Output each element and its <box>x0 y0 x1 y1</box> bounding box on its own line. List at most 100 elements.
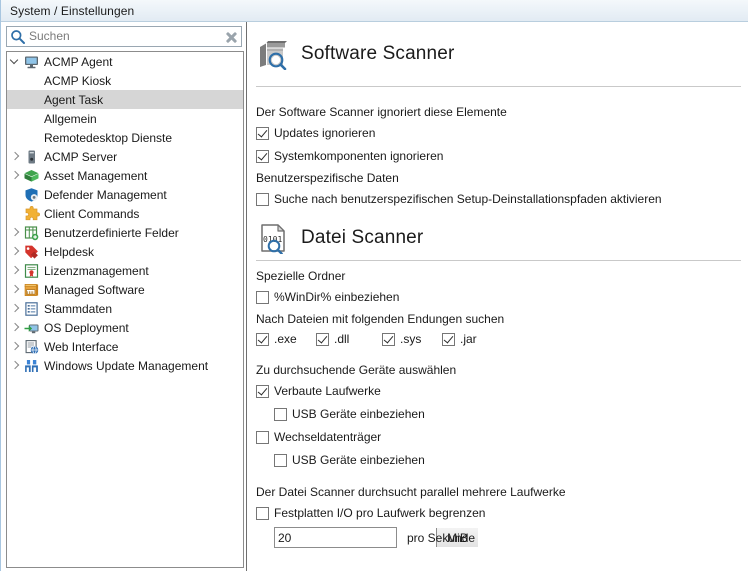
shield-gear-icon <box>23 187 40 203</box>
deploy-icon <box>23 320 40 336</box>
sidebar-item-allgemein[interactable]: Allgemein <box>7 109 243 128</box>
checkbox-ext-exe[interactable] <box>256 333 269 346</box>
sidebar-item-acmp-agent[interactable]: ACMP Agent <box>7 52 243 71</box>
checkbox-ext-dll[interactable] <box>316 333 329 346</box>
chevron-down-icon[interactable] <box>7 52 23 71</box>
sidebar-item-label: Agent Task <box>44 93 243 107</box>
monitor-icon <box>23 54 40 70</box>
checkbox-row-systemkomponenten-ignorieren[interactable]: Systemkomponenten ignorieren <box>256 149 443 163</box>
checkbox-label-ext-sys: .sys <box>400 332 421 346</box>
sidebar-item-label: ACMP Agent <box>44 55 243 69</box>
sidebar-item-label: Lizenzmanagement <box>44 264 243 278</box>
sidebar-item-label: Allgemein <box>44 112 243 126</box>
checkbox-io-limit[interactable] <box>256 507 269 520</box>
io-limit-suffix: pro Sekunde <box>407 531 475 545</box>
checkbox-wechseldatentraeger[interactable] <box>256 431 269 444</box>
sidebar-item-benutzerdefinierte-felder[interactable]: Benutzerdefinierte Felder <box>7 223 243 242</box>
checkbox-row-verbaute-laufwerke[interactable]: Verbaute Laufwerke <box>256 384 381 398</box>
settings-detail-pane: Software Scanner Der Software Scanner ig… <box>246 22 748 571</box>
sidebar-item-client-commands[interactable]: Client Commands <box>7 204 243 223</box>
checkbox-row-updates-ignorieren[interactable]: Updates ignorieren <box>256 126 375 140</box>
settings-window: System / Einstellungen ACMP Agent ACMP Ki… <box>0 0 748 571</box>
checkbox-label-windir: %WinDir% einbeziehen <box>274 290 399 304</box>
sidebar-item-acmp-kiosk[interactable]: ACMP Kiosk <box>7 71 243 90</box>
chevron-right-icon[interactable] <box>7 318 23 337</box>
sidebar-item-web-interface[interactable]: Web Interface <box>7 337 243 356</box>
chevron-right-icon[interactable] <box>7 242 23 261</box>
checkbox-row-ext-dll[interactable]: .dll <box>316 332 349 346</box>
expander-spacer <box>7 185 23 204</box>
sidebar-item-lizenzmanagement[interactable]: Lizenzmanagement <box>7 261 243 280</box>
checkbox-label-usb-wechsel: USB Geräte einbeziehen <box>292 453 425 467</box>
sidebar-item-label: Benutzerdefinierte Felder <box>44 226 243 240</box>
sidebar-item-label: Windows Update Management <box>44 359 243 373</box>
sidebar-item-remotedesktop-dienste[interactable]: Remotedesktop Dienste <box>7 128 243 147</box>
sidebar-item-helpdesk[interactable]: Helpdesk <box>7 242 243 261</box>
chevron-right-icon[interactable] <box>7 356 23 375</box>
sidebar-item-label: Managed Software <box>44 283 243 297</box>
box-icon <box>23 168 40 184</box>
userdata-label: Benutzerspezifische Daten <box>247 171 399 185</box>
extensions-label: Nach Dateien mit folgenden Endungen such… <box>247 312 504 326</box>
devices-label: Zu durchsuchende Geräte auswählen <box>247 363 456 377</box>
sidebar-item-defender-management[interactable]: Defender Management <box>7 185 243 204</box>
checkbox-row-ext-jar[interactable]: .jar <box>442 332 477 346</box>
puzzle-icon <box>23 206 40 222</box>
checkbox-usb-wechsel[interactable] <box>274 454 287 467</box>
software-scanner-icon <box>256 38 292 70</box>
software-scanner-header: Software Scanner <box>247 38 454 70</box>
checkbox-label-usb-verbaute: USB Geräte einbeziehen <box>292 407 425 421</box>
checkbox-label-verbaute-laufwerke: Verbaute Laufwerke <box>274 384 381 398</box>
checkbox-row-usb-verbaute[interactable]: USB Geräte einbeziehen <box>274 407 425 421</box>
checkbox-row-io-limit[interactable]: Festplatten I/O pro Laufwerk begrenzen <box>256 506 485 520</box>
settings-tree[interactable]: ACMP Agent ACMP Kiosk Agent Task Allgemein R… <box>6 51 244 568</box>
sidebar-item-acmp-server[interactable]: ACMP Server <box>7 147 243 166</box>
chevron-right-icon[interactable] <box>7 261 23 280</box>
chevron-right-icon[interactable] <box>7 299 23 318</box>
sidebar-item-label: Stammdaten <box>44 302 243 316</box>
chevron-right-icon[interactable] <box>7 223 23 242</box>
checkbox-updates-ignorieren[interactable] <box>256 127 269 140</box>
checkbox-setup-uninstall-paths[interactable] <box>256 193 269 206</box>
chevron-right-icon[interactable] <box>7 280 23 299</box>
checkbox-row-usb-wechsel[interactable]: USB Geräte einbeziehen <box>274 453 425 467</box>
checkbox-row-setup-uninstall-paths[interactable]: Suche nach benutzerspezifischen Setup-De… <box>256 192 662 206</box>
window-title: System / Einstellungen <box>10 4 134 18</box>
chevron-right-icon[interactable] <box>7 166 23 185</box>
search-input[interactable] <box>27 28 221 45</box>
checkbox-ext-jar[interactable] <box>442 333 455 346</box>
sidebar-item-stammdaten[interactable]: Stammdaten <box>7 299 243 318</box>
sidebar-item-windows-update-management[interactable]: Windows Update Management <box>7 356 243 375</box>
expander-spacer <box>7 204 23 223</box>
sidebar-item-managed-software[interactable]: Managed Software <box>7 280 243 299</box>
checkbox-systemkomponenten-ignorieren[interactable] <box>256 150 269 163</box>
list-icon <box>23 301 40 317</box>
checkbox-verbaute-laufwerke[interactable] <box>256 385 269 398</box>
chevron-right-icon[interactable] <box>7 147 23 166</box>
checkbox-label-setup-uninstall-paths: Suche nach benutzerspezifischen Setup-De… <box>274 192 662 206</box>
svg-text:0101: 0101 <box>263 235 282 244</box>
sidebar-item-agent-task[interactable]: Agent Task <box>7 90 243 109</box>
sidebar-item-label: OS Deployment <box>44 321 243 335</box>
sidebar-item-label: Defender Management <box>44 188 243 202</box>
checkbox-label-wechseldatentraeger: Wechseldatenträger <box>274 430 381 444</box>
checkbox-row-ext-sys[interactable]: .sys <box>382 332 421 346</box>
io-limit-field[interactable]: MiB <box>274 527 397 548</box>
chevron-right-icon[interactable] <box>7 337 23 356</box>
checkbox-usb-verbaute[interactable] <box>274 408 287 421</box>
file-scanner-icon: 0101 <box>256 222 292 254</box>
checkbox-ext-sys[interactable] <box>382 333 395 346</box>
checkbox-row-windir[interactable]: %WinDir% einbeziehen <box>256 290 399 304</box>
clear-icon[interactable] <box>221 27 241 46</box>
tag-icon <box>23 244 40 260</box>
search-box[interactable] <box>6 26 242 47</box>
sidebar-item-label: Helpdesk <box>44 245 243 259</box>
checkbox-row-ext-exe[interactable]: .exe <box>256 332 297 346</box>
checkbox-windir[interactable] <box>256 291 269 304</box>
sidebar-item-asset-management[interactable]: Asset Management <box>7 166 243 185</box>
io-limit-row: MiB pro Sekunde <box>274 527 475 548</box>
certificate-icon <box>23 263 40 279</box>
sidebar-item-os-deployment[interactable]: OS Deployment <box>7 318 243 337</box>
checkbox-row-wechseldatentraeger[interactable]: Wechseldatenträger <box>256 430 381 444</box>
windows-update-icon <box>23 358 40 374</box>
